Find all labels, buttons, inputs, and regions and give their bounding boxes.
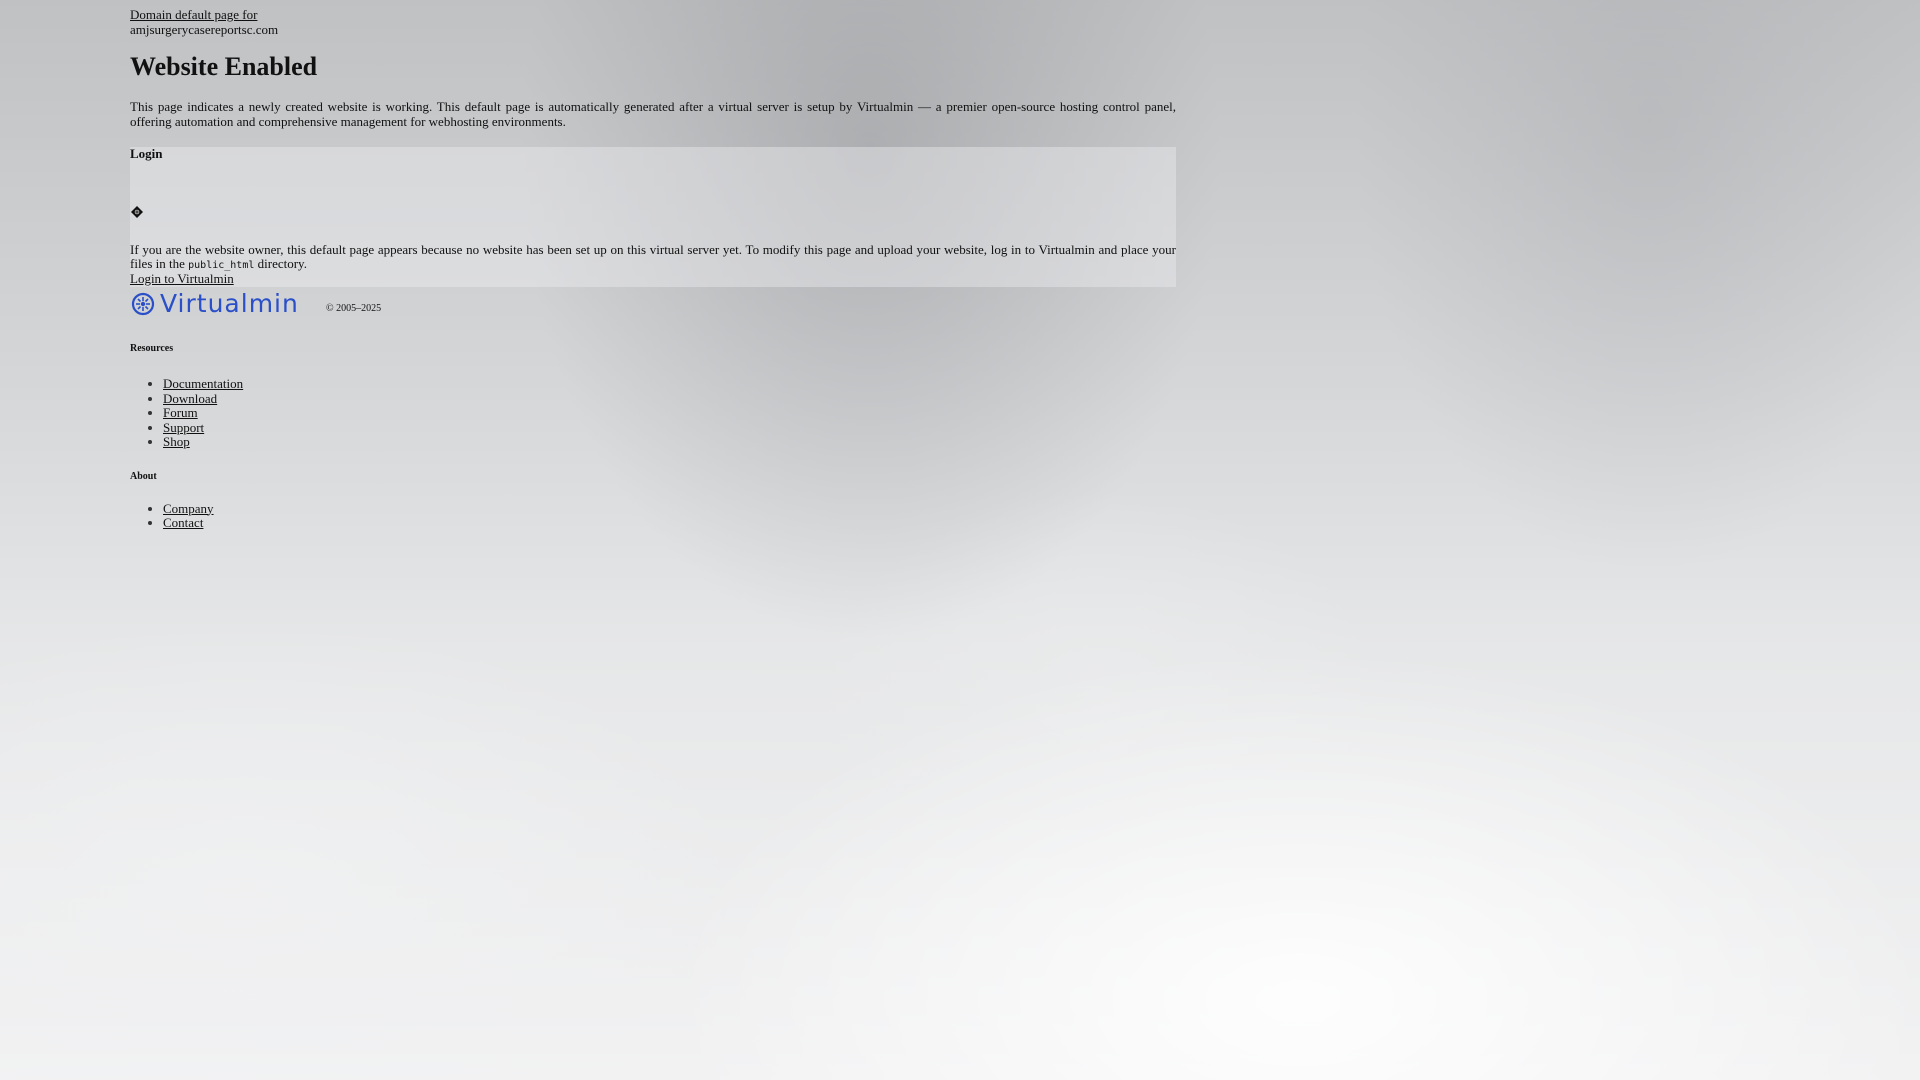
diamond-icon	[131, 206, 143, 218]
page-title: Website Enabled	[130, 52, 318, 81]
login-to-virtualmin-link[interactable]: Login to Virtualmin	[130, 272, 234, 286]
contact-link[interactable]: Contact	[163, 515, 203, 530]
domain-name: amjsurgerycasereportsc.com	[130, 22, 279, 37]
virtualmin-swirl-icon	[131, 292, 155, 316]
resources-list: Documentation Download Forum Support Sho…	[130, 376, 1176, 450]
list-item: Download	[163, 391, 1176, 407]
page-content: Domain default page for amjsurgerycasere…	[130, 0, 1176, 531]
list-item: Contact	[163, 515, 1176, 531]
public-html-code: public_html	[188, 260, 255, 271]
documentation-link[interactable]: Documentation	[163, 376, 243, 391]
support-link[interactable]: Support	[163, 420, 204, 435]
owner-text-after: directory.	[254, 256, 307, 271]
list-item: Documentation	[163, 376, 1176, 392]
forum-link[interactable]: Forum	[163, 405, 198, 420]
intro-text: This page indicates a newly created webs…	[130, 99, 1176, 129]
copyright: © 2005–2025	[326, 303, 382, 314]
virtualmin-logo-text: Virtualmin	[160, 289, 299, 318]
footer-row: Virtualmin © 2005–2025	[130, 287, 1176, 323]
shop-link[interactable]: Shop	[163, 434, 190, 449]
about-list: Company Contact	[130, 501, 1176, 531]
list-item: Shop	[163, 434, 1176, 450]
list-item: Forum	[163, 405, 1176, 421]
about-title: About	[130, 470, 157, 482]
download-link[interactable]: Download	[163, 391, 217, 406]
company-link[interactable]: Company	[163, 501, 214, 516]
owner-instructions: If you are the website owner, this defau…	[130, 243, 1176, 273]
virtualmin-logo[interactable]: Virtualmin	[130, 289, 299, 319]
login-section: Login If you are the website owner, this…	[130, 147, 1176, 287]
domain-default-link[interactable]: Domain default page for	[130, 7, 1176, 22]
list-item: Support	[163, 420, 1176, 436]
login-title: Login	[130, 146, 163, 161]
list-item: Company	[163, 501, 1176, 517]
resources-title: Resources	[130, 343, 174, 354]
